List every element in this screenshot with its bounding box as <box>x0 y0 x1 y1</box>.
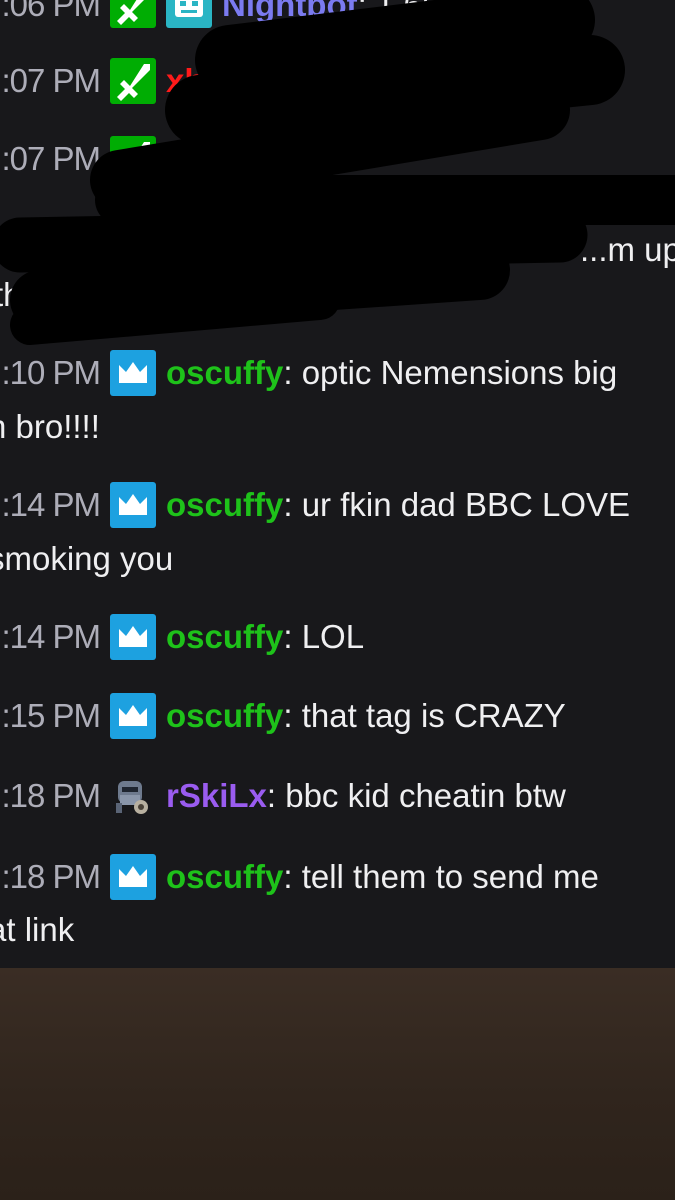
timestamp: :14 PM <box>1 486 101 523</box>
timestamp: :18 PM <box>1 777 101 814</box>
username[interactable]: oscuffy <box>166 697 283 734</box>
knight-avatar-icon <box>108 773 154 819</box>
timestamp: :07 PM <box>1 140 101 177</box>
crown-icon <box>110 854 156 900</box>
message-text: : ur fkin dad BBC LOVE <box>283 486 631 523</box>
message-text: th <box>0 276 22 313</box>
username[interactable]: xbabe <box>166 62 261 99</box>
background-area <box>0 968 675 1200</box>
message-text: ...m up <box>580 231 675 268</box>
message-continuation: at link <box>0 911 75 948</box>
username[interactable]: oscuffy <box>166 354 283 391</box>
timestamp: :18 PM <box>1 858 101 895</box>
message-text: : optic Nemensions big <box>283 354 618 391</box>
timestamp: :07 PM <box>1 62 101 99</box>
message-text: : that tag is CRAZY <box>283 697 566 734</box>
timestamp: :10 PM <box>1 354 101 391</box>
message-continuation: smoking you <box>0 540 174 577</box>
username[interactable]: oscuffy <box>166 486 283 523</box>
message-text: : LOL <box>283 618 365 655</box>
timestamp: :15 PM <box>1 697 101 734</box>
message-text: : bbc kid cheatin btw <box>266 777 566 814</box>
username[interactable]: Nightbot <box>222 0 358 23</box>
chat-message-fragment: th <box>0 270 22 320</box>
redaction-scribble <box>0 0 675 345</box>
username[interactable]: rSkiLx <box>166 777 267 814</box>
chat-panel: :06 PM Nightbot: 1.65 :07 PM xbabe :07 P… <box>0 0 675 968</box>
sword-icon <box>110 136 156 182</box>
crown-icon <box>110 693 156 739</box>
sword-icon <box>110 0 156 28</box>
robot-icon <box>166 0 212 28</box>
username[interactable]: oscuffy <box>166 618 283 655</box>
message-text: : tell them to send me <box>283 858 599 895</box>
crown-icon <box>110 350 156 396</box>
crown-icon <box>110 614 156 660</box>
timestamp: :14 PM <box>1 618 101 655</box>
sword-icon <box>110 58 156 104</box>
chat-message-fragment: ...m up <box>580 225 675 275</box>
message-continuation: n bro!!!! <box>0 408 100 445</box>
username[interactable]: oscuffy <box>166 858 283 895</box>
crown-icon <box>110 482 156 528</box>
message-text: : 1.65 <box>357 0 441 23</box>
timestamp: :06 PM <box>1 0 101 23</box>
